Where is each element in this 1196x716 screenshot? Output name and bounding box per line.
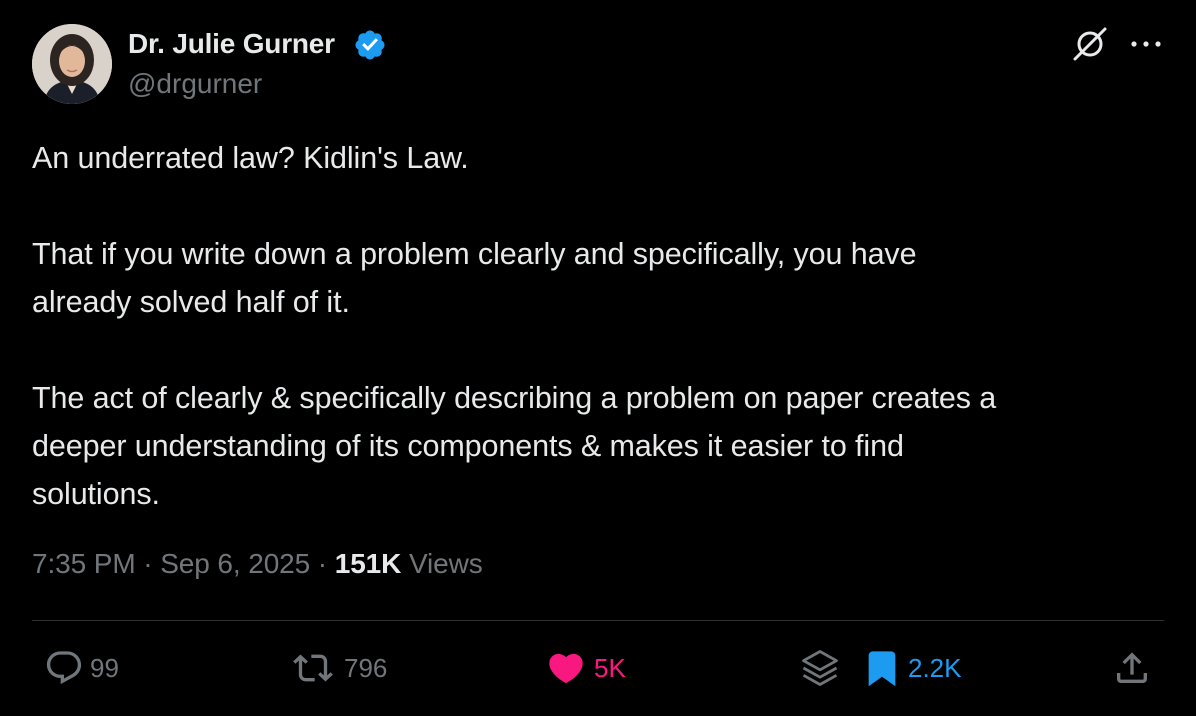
- divider: [32, 620, 1164, 621]
- tweet-paragraph: The act of clearly & specifically descri…: [32, 381, 997, 511]
- tweet-paragraph: An underrated law? Kidlin's Law.: [32, 141, 469, 175]
- tweet-time[interactable]: 7:35 PM: [32, 548, 136, 579]
- tweet-text: An underrated law? Kidlin's Law. That if…: [32, 134, 1172, 518]
- meta-separator: ·: [317, 548, 328, 579]
- reply-count: 99: [90, 652, 119, 683]
- user-handle[interactable]: @drgurner: [128, 68, 262, 100]
- avatar-photo: [32, 24, 112, 104]
- bookmark-icon: [868, 651, 896, 687]
- more-icon[interactable]: [1126, 30, 1166, 58]
- reply-icon: [46, 651, 82, 685]
- bookmark-button[interactable]: 2.2K: [862, 646, 962, 690]
- like-icon: [549, 653, 583, 684]
- reply-button[interactable]: 99: [44, 646, 119, 690]
- repost-button[interactable]: 796: [288, 646, 387, 690]
- avatar[interactable]: [32, 24, 112, 104]
- tweet-paragraph: That if you write down a problem clearly…: [32, 237, 917, 319]
- display-name[interactable]: Dr. Julie Gurner: [128, 28, 335, 60]
- repost-count: 796: [344, 652, 388, 683]
- share-button[interactable]: [1112, 646, 1152, 690]
- repost-icon: [293, 654, 333, 682]
- views-count: 151K: [334, 548, 402, 579]
- like-button[interactable]: 5K: [544, 646, 626, 690]
- tweet-card: Dr. Julie Gurner @drgurner An underrated…: [0, 0, 1196, 716]
- verified-badge-icon[interactable]: [353, 28, 387, 62]
- like-count: 5K: [594, 652, 626, 683]
- meta-separator: ·: [143, 548, 153, 579]
- tweet-meta: 7:35 PM · Sep 6, 2025 · 151K Views: [32, 548, 483, 580]
- bookmark-count: 2.2K: [908, 652, 962, 683]
- grok-stack-icon: [802, 650, 838, 686]
- grok-icon[interactable]: [1070, 24, 1110, 64]
- share-icon: [1117, 652, 1147, 683]
- tweet-date[interactable]: Sep 6, 2025: [160, 548, 310, 579]
- grok-stack-button[interactable]: [798, 646, 842, 690]
- views-label: Views: [408, 548, 483, 579]
